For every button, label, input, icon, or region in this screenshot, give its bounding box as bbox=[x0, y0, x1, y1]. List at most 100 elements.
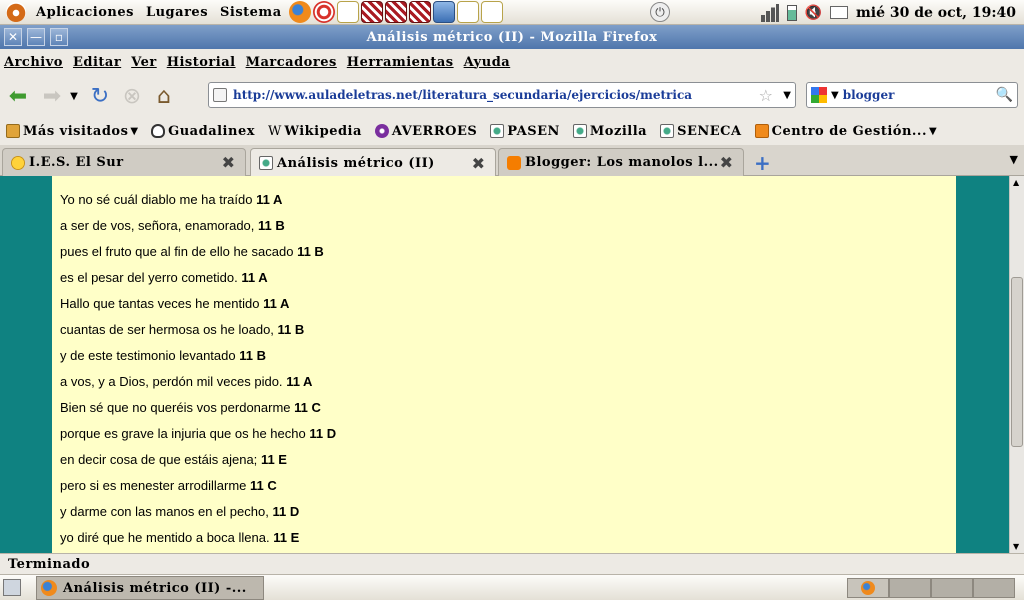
verse-text: y de este testimonio levantado bbox=[60, 348, 236, 363]
bookmark-averroes[interactable]: AVERROES bbox=[374, 123, 478, 139]
verse-meter: 11 A bbox=[263, 296, 290, 311]
bookmark-centro-gestion[interactable]: Centro de Gestión... ▼ bbox=[754, 124, 937, 139]
engine-dropdown-icon[interactable]: ▼ bbox=[831, 90, 839, 101]
image-launcher-icon[interactable] bbox=[360, 1, 383, 23]
workspace-3[interactable] bbox=[931, 578, 973, 598]
verse-text: pero si es menester arrodillarme bbox=[60, 478, 247, 493]
verse-meter: 11 B bbox=[297, 244, 324, 259]
document-launcher-icon[interactable] bbox=[432, 1, 455, 23]
search-icon[interactable]: 🔍 bbox=[996, 87, 1013, 103]
show-desktop-icon[interactable] bbox=[3, 579, 21, 596]
battery-icon[interactable] bbox=[786, 4, 797, 21]
page-icon bbox=[572, 124, 587, 138]
close-tab-icon[interactable]: ✖ bbox=[720, 153, 733, 172]
panel-menus: Aplicaciones Lugares Sistema bbox=[30, 0, 288, 25]
back-button[interactable]: ⬅ bbox=[4, 82, 32, 110]
menu-historial[interactable]: Historial bbox=[167, 55, 236, 70]
verse-line: es el pesar del yerro cometido. 11 A bbox=[60, 265, 956, 291]
bookmark-star-icon[interactable]: ☆ bbox=[759, 86, 773, 105]
mail-launcher-icon[interactable] bbox=[336, 1, 359, 23]
verse-line: cuantas de ser hermosa os he loado, 11 B bbox=[60, 317, 956, 343]
close-tab-icon[interactable]: ✖ bbox=[222, 153, 235, 172]
bookmark-mas-visitados[interactable]: Más visitados ▼ bbox=[6, 124, 138, 139]
bookmark-mozilla[interactable]: Mozilla bbox=[572, 123, 648, 139]
tab-analisis-metrico[interactable]: Análisis métrico (II) ✖ bbox=[250, 148, 496, 177]
new-tab-icon[interactable]: + bbox=[754, 151, 771, 175]
menu-ver[interactable]: Ver bbox=[131, 55, 157, 70]
bookmark-label: AVERROES bbox=[391, 123, 478, 139]
chevron-down-icon: ▼ bbox=[928, 125, 937, 137]
verse-line: y de este testimonio levantado 11 B bbox=[60, 343, 956, 369]
stop-button[interactable]: ⊗ bbox=[118, 82, 146, 110]
verse-meter: 11 A bbox=[256, 192, 283, 207]
minimize-window-icon[interactable]: — bbox=[27, 28, 45, 46]
maximize-window-icon[interactable]: ▫ bbox=[50, 28, 68, 46]
menu-lugares[interactable]: Lugares bbox=[140, 5, 214, 20]
clock[interactable]: mié 30 de oct, 19:40 bbox=[856, 5, 1016, 21]
tab-ies-el-sur[interactable]: I.E.S. El Sur ✖ bbox=[2, 148, 246, 176]
url-bar[interactable]: http://www.auladeletras.net/literatura_s… bbox=[208, 82, 796, 108]
verse-text: es el pesar del yerro cometido. bbox=[60, 270, 238, 285]
verse-meter: 11 B bbox=[239, 348, 266, 363]
close-tab-icon[interactable]: ✖ bbox=[472, 154, 485, 173]
url-text[interactable]: http://www.auladeletras.net/literatura_s… bbox=[233, 88, 773, 102]
menu-archivo[interactable]: Archivo bbox=[4, 55, 63, 70]
forward-button[interactable]: ➡ bbox=[38, 82, 66, 110]
power-icon[interactable]: ⏻ bbox=[650, 2, 670, 22]
bottom-panel: Análisis métrico (II) -... bbox=[0, 574, 1024, 600]
notes-launcher-icon[interactable] bbox=[456, 1, 479, 23]
menu-sistema[interactable]: Sistema bbox=[214, 5, 288, 20]
bookmark-pasen[interactable]: PASEN bbox=[490, 124, 560, 139]
window-titlebar[interactable]: ✕ — ▫ Análisis métrico (II) - Mozilla Fi… bbox=[0, 25, 1024, 49]
verse-line: pero si es menester arrodillarme 11 C bbox=[60, 473, 956, 499]
verse-meter: 11 D bbox=[272, 504, 300, 519]
menu-editar[interactable]: Editar bbox=[73, 55, 121, 70]
scroll-down-icon[interactable]: ▼ bbox=[1013, 542, 1019, 551]
history-dropdown-icon[interactable]: ▼ bbox=[66, 82, 82, 110]
bookmark-wikipedia[interactable]: W Wikipedia bbox=[267, 124, 362, 140]
page-favicon-icon bbox=[259, 156, 273, 170]
vertical-scrollbar[interactable]: ▲ ▼ bbox=[1009, 176, 1024, 553]
package-launcher-icon[interactable] bbox=[480, 1, 503, 23]
help-launcher-icon[interactable] bbox=[312, 1, 335, 23]
search-bar[interactable]: ▼ 🔍 bbox=[806, 82, 1018, 108]
wikipedia-icon: W bbox=[267, 124, 282, 139]
search-input[interactable] bbox=[842, 88, 993, 102]
gnome-logo-icon[interactable] bbox=[6, 2, 26, 22]
workspace-1[interactable] bbox=[847, 578, 889, 598]
url-dropdown-icon[interactable]: ▼ bbox=[783, 90, 791, 101]
mail-icon[interactable] bbox=[829, 6, 848, 19]
firefox-launcher-icon[interactable] bbox=[288, 1, 311, 23]
menu-herramientas[interactable]: Herramientas bbox=[347, 55, 454, 70]
image-launcher-2-icon[interactable] bbox=[384, 1, 407, 23]
menu-ayuda[interactable]: Ayuda bbox=[464, 55, 511, 70]
verse-text: cuantas de ser hermosa os he loado, bbox=[60, 322, 274, 337]
folder-icon bbox=[6, 124, 20, 138]
image-launcher-3-icon[interactable] bbox=[408, 1, 431, 23]
google-engine-icon[interactable] bbox=[811, 87, 827, 103]
verse-meter: 11 B bbox=[277, 322, 305, 337]
workspace-2[interactable] bbox=[889, 578, 931, 598]
site-identity-icon[interactable] bbox=[213, 88, 227, 102]
verse-list: Yo no sé cuál diablo me ha traído 11 Aa … bbox=[60, 176, 956, 551]
reload-button[interactable]: ↻ bbox=[86, 82, 114, 110]
home-button[interactable]: ⌂ bbox=[150, 82, 178, 110]
tab-list-icon[interactable]: ▼ bbox=[1010, 153, 1018, 166]
menu-aplicaciones[interactable]: Aplicaciones bbox=[30, 5, 140, 20]
bookmark-guadalinex[interactable]: Guadalinex bbox=[151, 124, 255, 139]
menu-marcadores[interactable]: Marcadores bbox=[246, 55, 337, 70]
taskbar-window-button[interactable]: Análisis métrico (II) -... bbox=[36, 576, 264, 600]
close-window-icon[interactable]: ✕ bbox=[4, 28, 22, 46]
network-icon[interactable] bbox=[760, 3, 779, 22]
bookmark-seneca[interactable]: SENECA bbox=[660, 124, 742, 139]
tab-label: I.E.S. El Sur bbox=[29, 155, 124, 170]
verse-text: a vos, y a Dios, perdón mil veces pido. bbox=[60, 374, 283, 389]
taskbar-window-label: Análisis métrico (II) -... bbox=[63, 580, 247, 596]
scroll-up-icon[interactable]: ▲ bbox=[1013, 178, 1019, 187]
scrollbar-thumb[interactable] bbox=[1011, 277, 1023, 447]
volume-muted-icon[interactable]: 🔇 bbox=[805, 5, 822, 21]
workspace-4[interactable] bbox=[973, 578, 1015, 598]
bookmark-label: Mozilla bbox=[589, 123, 648, 139]
tab-blogger[interactable]: Blogger: Los manolos l... ✖ bbox=[498, 148, 744, 176]
verse-line: porque es grave la injuria que os he hec… bbox=[60, 421, 956, 447]
